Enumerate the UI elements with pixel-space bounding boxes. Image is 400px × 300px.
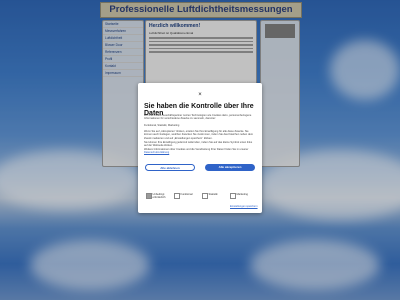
consent-body-1: Wenn Sie auf „Akzeptieren“ klicken, erte… [144, 130, 254, 140]
consent-checkboxes: Unbedingt erforderlich Funktional Statis… [146, 193, 256, 201]
checkbox-label: Marketing [236, 193, 248, 196]
reject-all-button[interactable]: Alle ablehnen [145, 164, 195, 171]
checkbox-label: Unbedingt erforderlich [152, 193, 166, 200]
consent-body-3: Weitere Informationen über Cookies und d… [144, 148, 256, 155]
checkbox-label: Funktional [180, 193, 193, 196]
checkbox-label: Statistik [208, 193, 218, 196]
consent-purposes: Funktional, Statistik, Marketing [144, 124, 180, 127]
checkbox-box[interactable] [202, 193, 208, 199]
privacy-policy-link[interactable]: Datenschutzerklärung [144, 151, 169, 154]
checkbox-functional[interactable]: Funktional [174, 193, 195, 199]
checkbox-marketing[interactable]: Marketing [230, 193, 251, 199]
checkbox-necessary[interactable]: Unbedingt erforderlich [146, 193, 167, 199]
close-icon[interactable]: × [138, 92, 262, 98]
accept-all-button[interactable]: Alle akzeptieren [205, 164, 255, 171]
save-settings-link[interactable]: Einstellungen speichern [230, 205, 258, 208]
consent-intro: Wir und unsere Geschäftspartner nutzen T… [144, 114, 252, 121]
consent-body-2: Sie können Ihre Einwilligung jederzeit w… [144, 141, 253, 148]
checkbox-box[interactable] [174, 193, 180, 199]
checkbox-box[interactable] [230, 193, 236, 199]
checkbox-statistics[interactable]: Statistik [202, 193, 223, 199]
checkbox-box[interactable] [146, 193, 152, 199]
